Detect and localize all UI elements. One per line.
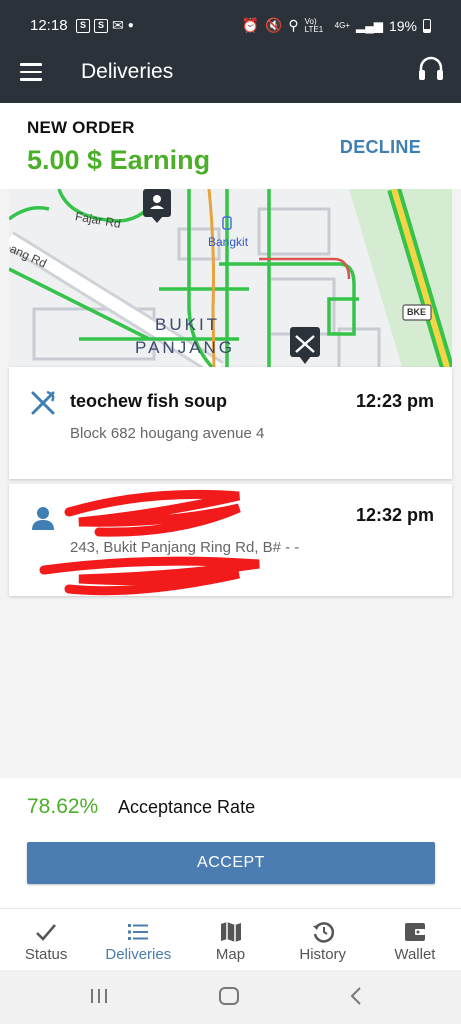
menu-icon[interactable] (20, 63, 42, 81)
restaurant-icon (31, 390, 55, 415)
pickup-time: 12:23 pm (355, 391, 434, 411)
mute-icon: 🔇 (264, 17, 283, 33)
acceptance-rate-label: Acceptance Rate (118, 797, 256, 817)
history-icon (312, 922, 334, 943)
acceptance-panel: 78.62% Acceptance Rate ACCEPT (0, 778, 461, 908)
map-label-panjang: PANJANG (135, 338, 236, 357)
accept-button[interactable]: ACCEPT (27, 842, 435, 884)
map-label-bukit: BUKIT (155, 315, 221, 334)
support-headset-icon[interactable] (417, 54, 445, 84)
tab-history[interactable]: History (277, 909, 369, 970)
tab-wallet[interactable]: Wallet (369, 909, 461, 970)
decline-button[interactable]: DECLINE (340, 137, 421, 158)
map-label-bke: BKE (407, 307, 427, 317)
alarm-icon: ⏰ (241, 17, 259, 33)
pickup-address: Block 682 hougang avenue 4 (70, 425, 265, 442)
mail-icon: ✉ (112, 17, 124, 33)
status-bar: 12:18 S S ✉ ● ⏰ 🔇 ⚲ Vo) LTE1 4G+ ▂▄▆ 19% (0, 0, 461, 40)
new-order-label: NEW ORDER (27, 118, 135, 137)
tab-deliveries[interactable]: Deliveries (92, 909, 184, 970)
dropoff-time: 12:32 pm (355, 505, 434, 525)
signal-bars-icon: ▂▄▆ (356, 18, 383, 33)
pickup-restaurant-name: teochew fish soup (70, 391, 228, 411)
system-status: ⏰ 🔇 ⚲ Vo) LTE1 4G+ ▂▄▆ 19% (242, 17, 431, 34)
tab-status[interactable]: Status (0, 909, 92, 970)
back-icon[interactable] (348, 986, 364, 1006)
status-time: 12:18 (30, 17, 68, 34)
system-nav-bar (0, 970, 461, 1024)
signal-type: 4G+ (334, 21, 350, 30)
bottom-tab-bar: Status Deliveries Map History Wallet (0, 908, 461, 970)
battery-text: 19% (388, 17, 417, 34)
network-label: Vo) LTE1 (304, 16, 324, 34)
battery-icon (423, 18, 431, 33)
wallet-icon (404, 923, 425, 941)
page-title: Deliveries (81, 60, 174, 83)
list-icon (128, 924, 149, 940)
route-map[interactable]: Fajar Rd ang Rd Bangkit BUKIT PANJANG BK… (9, 189, 452, 374)
location-icon: ⚲ (288, 17, 299, 33)
pickup-card[interactable]: teochew fish soup 12:23 pm Block 682 hou… (9, 367, 452, 479)
more-notifications-icon: ● (127, 20, 134, 31)
tab-status-label: Status (24, 946, 68, 963)
tab-map[interactable]: Map (184, 909, 276, 970)
tab-deliveries-label: Deliveries (105, 946, 172, 963)
tab-wallet-label: Wallet (394, 946, 436, 963)
notification-icons: S S ✉ ● (76, 17, 134, 34)
map-icon (220, 922, 241, 942)
earning-amount: 5.00 $ Earning (27, 145, 211, 175)
order-header: NEW ORDER 5.00 $ Earning DECLINE (0, 103, 461, 189)
redaction-scribble (39, 489, 260, 596)
check-icon (36, 924, 57, 941)
acceptance-rate-value: 78.62% (27, 795, 99, 818)
map-label-bangkit: Bangkit (208, 235, 249, 249)
shop-notification-icon: S (76, 18, 90, 33)
home-icon[interactable] (218, 986, 240, 1006)
dropoff-card[interactable]: 12:32 pm 243, Bukit Panjang Ring Rd, B# … (9, 484, 452, 596)
app-bar: Deliveries (0, 40, 461, 103)
tab-map-label: Map (215, 946, 246, 963)
tab-history-label: History (299, 946, 347, 963)
recent-apps-icon[interactable] (89, 986, 109, 1006)
shop-notification-icon-2: S (94, 18, 108, 33)
